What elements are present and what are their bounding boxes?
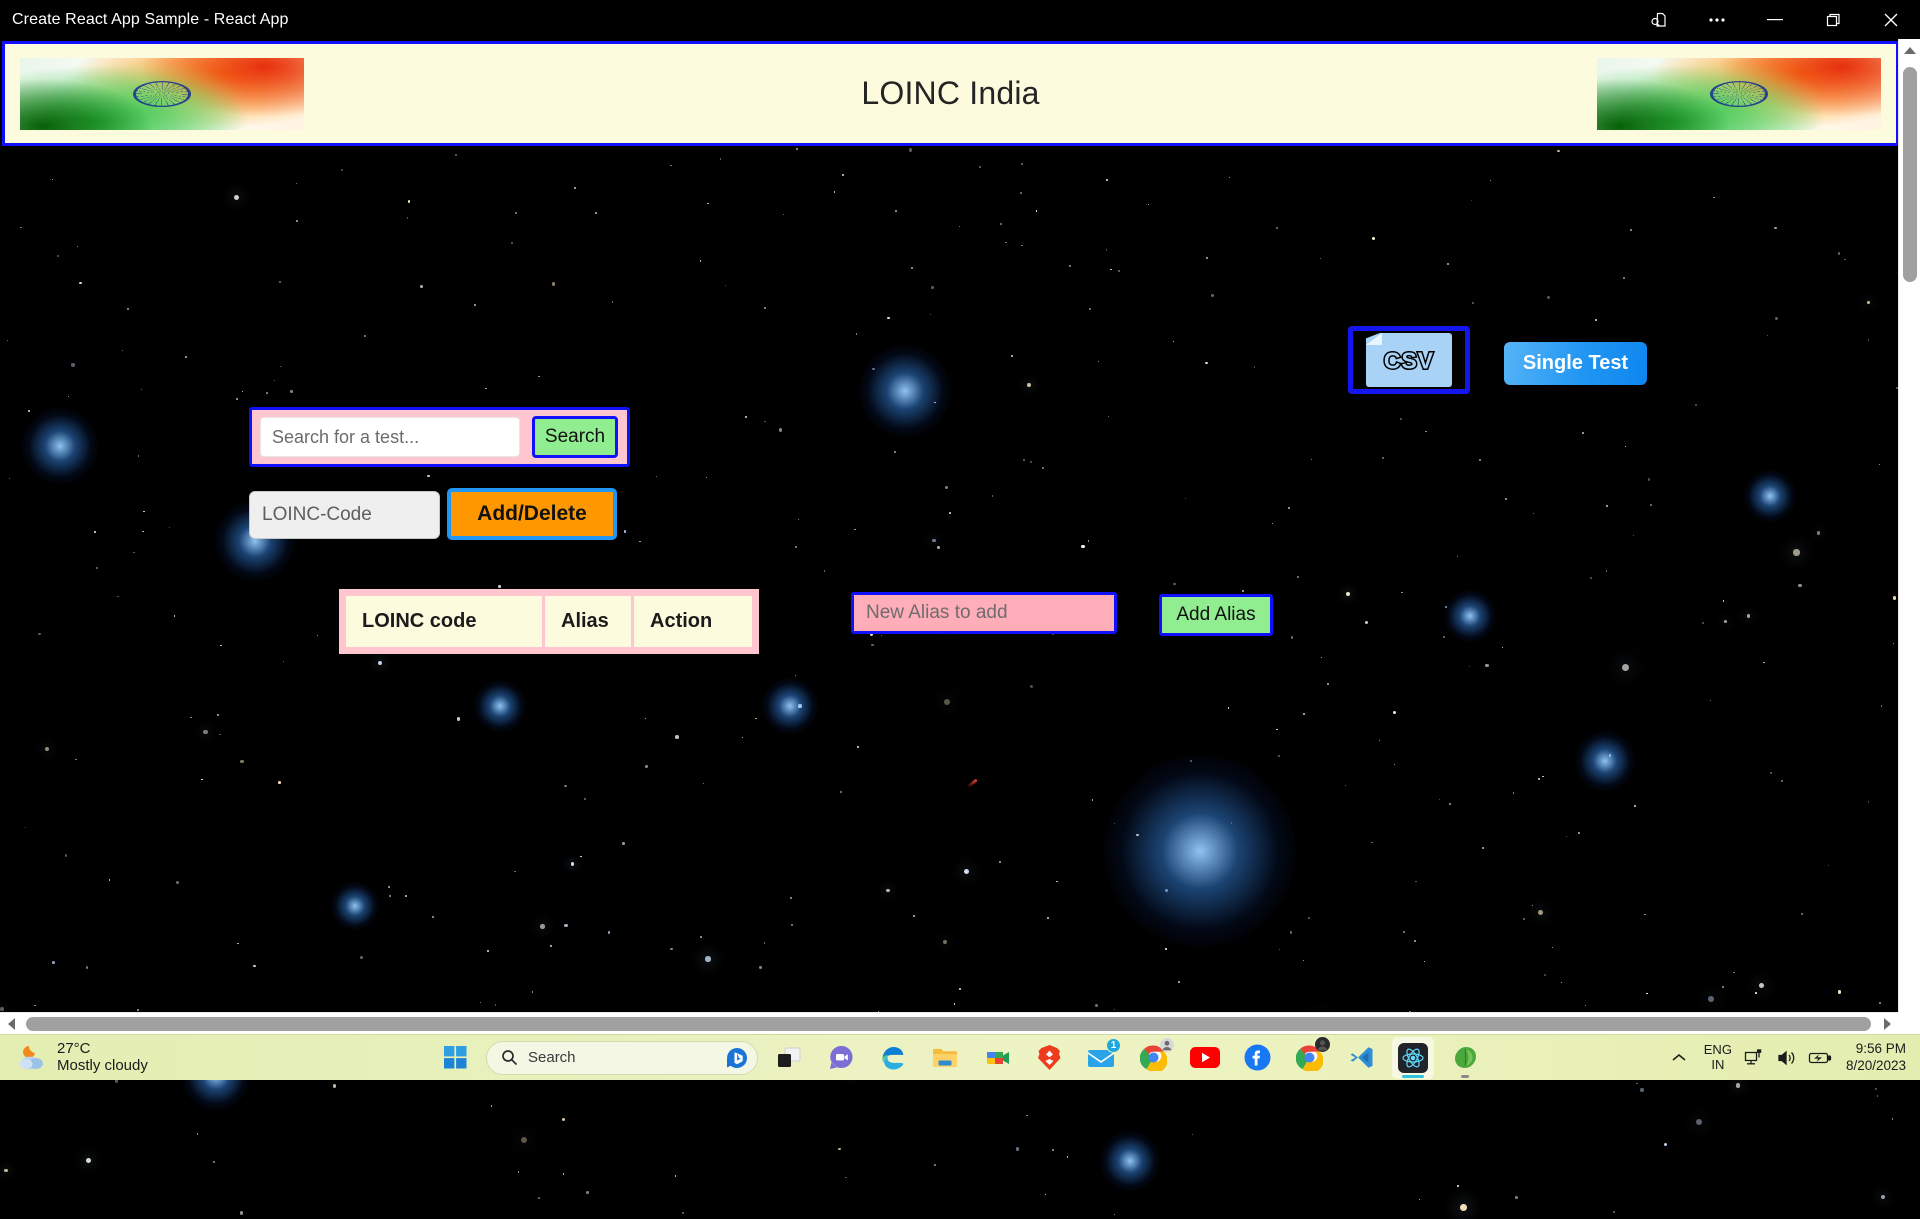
taskbar-search-box[interactable]: Search <box>486 1041 758 1075</box>
active-app-indicator <box>1402 1075 1424 1078</box>
alias-table-container: LOINC code Alias Action <box>339 589 759 654</box>
language-secondary: IN <box>1704 1058 1732 1072</box>
ashoka-chakra-icon <box>1710 80 1768 106</box>
title-bar: Create React App Sample - React App <box>0 0 1920 39</box>
close-icon[interactable] <box>1862 0 1920 39</box>
vertical-scrollbar-thumb[interactable] <box>1903 67 1917 282</box>
windows-taskbar: 27°C Mostly cloudy Search <box>0 1034 1920 1080</box>
taskbar-search-label: Search <box>528 1049 715 1066</box>
weather-text: 27°C Mostly cloudy <box>57 1041 148 1075</box>
facebook-icon[interactable] <box>1236 1037 1278 1079</box>
running-indicator <box>1461 1075 1469 1078</box>
start-button[interactable] <box>434 1037 476 1079</box>
weather-widget[interactable]: 27°C Mostly cloudy <box>16 1041 148 1075</box>
scroll-up-arrow-icon[interactable] <box>1899 39 1920 61</box>
task-view-icon[interactable] <box>768 1037 810 1079</box>
alias-table: LOINC code Alias Action <box>343 593 755 650</box>
csv-file-icon: CSV <box>1366 333 1452 387</box>
vertical-scrollbar[interactable] <box>1898 39 1920 1041</box>
volume-icon[interactable] <box>1776 1049 1796 1067</box>
microsoft-edge-icon[interactable] <box>872 1037 914 1079</box>
language-indicator[interactable]: ENG IN <box>1704 1043 1732 1072</box>
brave-browser-icon[interactable] <box>1028 1037 1070 1079</box>
more-options-icon[interactable] <box>1688 0 1746 39</box>
restore-icon[interactable] <box>1804 0 1862 39</box>
csv-icon-label: CSV <box>1384 348 1434 375</box>
mail-icon[interactable]: 1 <box>1080 1037 1122 1079</box>
system-tray: ENG IN <box>1666 1035 1920 1081</box>
search-form: Search <box>249 407 630 467</box>
indian-flag-banner-right <box>1597 58 1881 130</box>
table-header-row: LOINC code Alias Action <box>346 596 752 647</box>
clock[interactable]: 9:56 PM 8/20/2023 <box>1846 1041 1906 1075</box>
moon-cloud-icon <box>16 1043 48 1073</box>
weather-condition: Mostly cloudy <box>57 1058 148 1075</box>
clock-date: 8/20/2023 <box>1846 1058 1906 1075</box>
show-hidden-icons-chevron[interactable] <box>1666 1045 1692 1071</box>
mail-badge: 1 <box>1106 1038 1121 1053</box>
column-header-alias: Alias <box>545 596 631 647</box>
network-icon[interactable] <box>1744 1049 1764 1067</box>
search-input[interactable] <box>260 417 520 457</box>
horizontal-scrollbar-thumb[interactable] <box>26 1017 1871 1031</box>
google-chrome-profile-icon[interactable] <box>1288 1037 1330 1079</box>
window-controls <box>1630 0 1920 39</box>
scrollbar-corner <box>1898 1012 1920 1034</box>
csv-export-button[interactable]: CSV <box>1348 326 1470 394</box>
loinc-code-input[interactable] <box>249 491 440 539</box>
indian-flag-banner-left <box>20 58 304 130</box>
chrome-profile-badge-icon <box>1160 1038 1174 1052</box>
clock-time: 9:56 PM <box>1846 1041 1906 1058</box>
chrome-profile-badge-icon <box>1315 1037 1330 1052</box>
horizontal-scrollbar[interactable] <box>0 1012 1898 1034</box>
add-alias-button[interactable]: Add Alias <box>1159 594 1273 636</box>
window-title: Create React App Sample - React App <box>12 11 289 29</box>
site-header: LOINC India <box>2 41 1899 146</box>
ashoka-chakra-icon <box>133 80 191 106</box>
single-test-button[interactable]: Single Test <box>1504 342 1647 385</box>
search-page-icon[interactable] <box>1630 0 1688 39</box>
react-app-icon[interactable] <box>1392 1037 1434 1079</box>
google-meet-icon[interactable] <box>976 1037 1018 1079</box>
search-button[interactable]: Search <box>532 416 618 458</box>
chat-icon[interactable] <box>820 1037 862 1079</box>
search-icon <box>501 1049 518 1066</box>
weather-temperature: 27°C <box>57 1041 148 1058</box>
new-alias-input[interactable] <box>851 592 1117 634</box>
scroll-right-arrow-icon[interactable] <box>1876 1013 1898 1035</box>
taskbar-center-group: Search <box>434 1037 1486 1079</box>
google-chrome-icon[interactable] <box>1132 1037 1174 1079</box>
page-title: LOINC India <box>861 75 1039 112</box>
browser-window: Create React App Sample - React App <box>0 0 1920 1080</box>
column-header-action: Action <box>634 596 752 647</box>
youtube-icon[interactable] <box>1184 1037 1226 1079</box>
vs-code-icon[interactable] <box>1340 1037 1382 1079</box>
scroll-left-arrow-icon[interactable] <box>0 1013 22 1035</box>
minimize-icon[interactable] <box>1746 0 1804 39</box>
language-primary: ENG <box>1704 1043 1732 1057</box>
column-header-loinc-code: LOINC code <box>346 596 542 647</box>
bing-chat-icon[interactable] <box>725 1046 749 1070</box>
file-explorer-icon[interactable] <box>924 1037 966 1079</box>
add-delete-button[interactable]: Add/Delete <box>447 488 617 540</box>
battery-charging-icon[interactable] <box>1808 1050 1832 1066</box>
mint-app-icon[interactable] <box>1444 1037 1486 1079</box>
